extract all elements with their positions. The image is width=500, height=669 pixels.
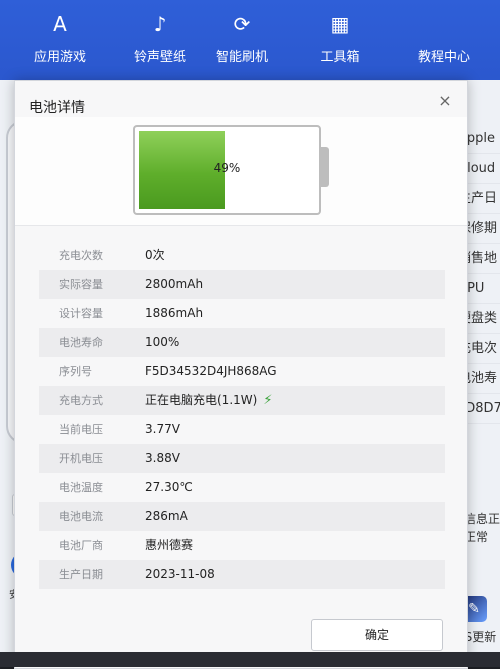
ringtone-wallpaper-icon: ♪ — [153, 12, 167, 36]
info-row-production-date: 生产日期 2023-11-08 — [39, 560, 445, 589]
info-value: 1886mAh — [145, 306, 204, 320]
info-value: 3.88V — [145, 451, 180, 465]
nav-item-apps[interactable]: A 应用游戏 — [12, 0, 108, 80]
info-label: 设计容量 — [59, 307, 103, 320]
battery-details-dialog: 电池详情 × 49% 充电次数 0次 实际容量 2800mAh 设计容量 188… — [14, 80, 468, 669]
info-label: 生产日期 — [59, 568, 103, 581]
battery-cap — [319, 147, 329, 187]
info-label: 充电方式 — [59, 394, 103, 407]
nav-item-flash[interactable]: ⟳ 智能刷机 — [194, 0, 290, 80]
confirm-button[interactable]: 确定 — [311, 619, 443, 651]
info-row-current-voltage: 当前电压 3.77V — [39, 415, 445, 444]
info-value-wrap: 正在电脑充电(1.1W) ⚡ — [145, 386, 272, 415]
info-row-manufacturer: 电池厂商 惠州德赛 — [39, 531, 445, 560]
info-value: 0次 — [145, 248, 165, 262]
info-row-battery-life: 电池寿命 100% — [39, 328, 445, 357]
info-value: 2800mAh — [145, 277, 204, 291]
battery-visual-area: 49% — [15, 117, 467, 226]
apps-icon: A — [53, 12, 67, 36]
info-row-temperature: 电池温度 27.30℃ — [39, 473, 445, 502]
nav-item-tutorial[interactable]: 教程中心 — [396, 0, 492, 80]
close-icon[interactable]: × — [435, 91, 455, 111]
info-label: 电池电流 — [59, 510, 103, 523]
info-label: 开机电压 — [59, 452, 103, 465]
info-label: 电池厂商 — [59, 539, 103, 552]
flash-icon: ⟳ — [233, 12, 251, 36]
info-value: 惠州德赛 — [145, 538, 194, 552]
info-label: 电池温度 — [59, 481, 103, 494]
info-label: 充电次数 — [59, 249, 103, 262]
info-value: 100% — [145, 335, 180, 349]
charging-bolt-icon: ⚡ — [263, 393, 273, 408]
info-row-design-capacity: 设计容量 1886mAh — [39, 299, 445, 328]
nav-label: 教程中心 — [417, 50, 470, 65]
battery-percent: 49% — [213, 161, 241, 175]
nav-label: 工具箱 — [320, 50, 360, 65]
taskbar — [0, 652, 500, 667]
tutorial-icon — [432, 12, 456, 36]
info-row-current: 电池电流 286mA — [39, 502, 445, 531]
info-row-serial: 序列号 F5D34532D4JH868AG — [39, 357, 445, 386]
info-row-actual-capacity: 实际容量 2800mAh — [39, 270, 445, 299]
info-value: 正在电脑充电(1.1W) — [145, 393, 258, 407]
info-label: 序列号 — [59, 365, 92, 378]
info-label: 电池寿命 — [59, 336, 103, 349]
info-value: 3.77V — [145, 422, 180, 436]
info-value: F5D34532D4JH868AG — [145, 364, 277, 378]
nav-item-toolbox[interactable]: ▦ 工具箱 — [292, 0, 388, 80]
info-label: 实际容量 — [59, 278, 103, 291]
nav-label: 应用游戏 — [33, 50, 86, 65]
info-row-charge-mode: 充电方式 正在电脑充电(1.1W) ⚡ — [39, 386, 445, 415]
nav-label: 智能刷机 — [215, 50, 268, 65]
dialog-title: 电池详情 — [29, 100, 85, 116]
info-value: 2023-11-08 — [145, 567, 215, 581]
info-row-boot-voltage: 开机电压 3.88V — [39, 444, 445, 473]
toolbox-icon: ▦ — [330, 12, 350, 36]
info-label: 当前电压 — [59, 423, 103, 436]
battery-info-list: 充电次数 0次 实际容量 2800mAh 设计容量 1886mAh 电池寿命 1… — [39, 241, 445, 589]
battery-icon: 49% — [133, 125, 321, 215]
info-value: 27.30℃ — [145, 480, 193, 494]
info-value: 286mA — [145, 509, 188, 523]
info-row-charge-count: 充电次数 0次 — [39, 241, 445, 270]
